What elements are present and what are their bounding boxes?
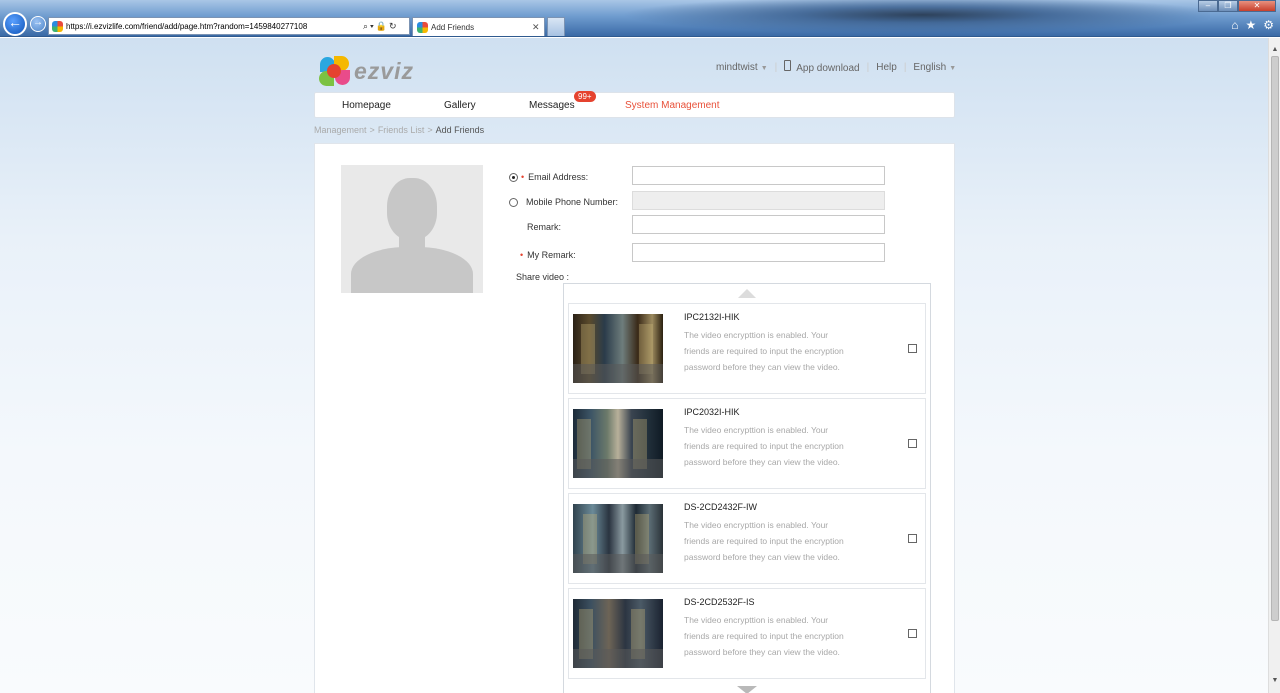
chevron-down-icon: ▼ (760, 64, 768, 72)
share-video-label: Share video : (516, 272, 570, 282)
device-name: IPC2132I-HIK (684, 312, 740, 322)
address-bar[interactable]: https://i.ezvizlife.com/friend/add/page.… (48, 17, 410, 35)
divider: | (903, 61, 907, 73)
breadcrumb-friends-list[interactable]: Friends List (378, 125, 425, 135)
device-checkbox[interactable] (908, 534, 917, 543)
scroll-up-icon[interactable]: ▲ (1269, 44, 1280, 56)
scroll-down-icon[interactable]: ▼ (1269, 675, 1280, 687)
phone-icon (784, 60, 792, 71)
device-item: IPC2032I-HIK The video encrypttion is en… (568, 398, 926, 489)
title-bar-background (570, 0, 1210, 37)
address-url[interactable]: https://i.ezvizlife.com/friend/add/page.… (66, 22, 363, 31)
new-tab-button[interactable] (547, 17, 565, 36)
app-download-link[interactable]: App download (784, 60, 860, 74)
device-name: DS-2CD2432F-IW (684, 502, 758, 512)
breadcrumb: Management > Friends List > Add Friends (314, 125, 484, 135)
device-thumbnail (573, 504, 663, 573)
remark-field[interactable] (632, 215, 885, 234)
email-radio[interactable] (509, 172, 518, 182)
email-row: • Email Address: (509, 172, 588, 182)
device-name: IPC2032I-HIK (684, 407, 740, 417)
device-description: The video encrypttion is enabled. Your f… (684, 425, 844, 467)
device-checkbox[interactable] (908, 629, 917, 638)
language-label: English (913, 61, 947, 73)
breadcrumb-separator: > (369, 125, 375, 135)
device-description: The video encrypttion is enabled. Your f… (684, 330, 844, 372)
phone-radio[interactable] (509, 197, 518, 207)
scrollbar-thumb[interactable] (1271, 56, 1279, 621)
ezviz-logo[interactable]: ezviz (318, 55, 414, 87)
device-description: The video encrypttion is enabled. Your f… (684, 520, 844, 562)
device-name: DS-2CD2532F-IS (684, 597, 755, 607)
device-thumbnail (573, 314, 663, 383)
tab-favicon-icon (417, 21, 428, 33)
language-menu[interactable]: English ▼ (913, 62, 956, 73)
scroll-down-arrow-icon[interactable] (737, 686, 757, 693)
avatar-placeholder (341, 165, 483, 293)
vertical-scrollbar[interactable]: ▲ ▼ (1268, 38, 1280, 693)
device-item: IPC2132I-HIK The video encrypttion is en… (568, 303, 926, 394)
required-mark: • (520, 250, 524, 260)
my-remark-field[interactable] (632, 243, 885, 262)
main-nav: Homepage Gallery Messages 99+ System Man… (314, 91, 955, 118)
app-download-label: App download (796, 63, 860, 74)
home-icon[interactable]: ⌂ (1231, 18, 1238, 32)
nav-gallery[interactable]: Gallery (444, 100, 476, 111)
email-label: Email Address: (528, 172, 589, 182)
help-link[interactable]: Help (876, 62, 897, 73)
nav-homepage[interactable]: Homepage (342, 100, 391, 111)
required-mark: • (521, 172, 525, 182)
browser-tab-add-friends[interactable]: Add Friends ✕ (412, 17, 545, 36)
logo-text: ezviz (354, 57, 414, 84)
breadcrumb-current: Add Friends (435, 125, 485, 135)
user-menu[interactable]: mindtwist ▼ (716, 62, 768, 73)
my-remark-row: • My Remark: (520, 250, 576, 260)
device-checkbox[interactable] (908, 344, 917, 353)
close-window-icon[interactable]: ✕ (1238, 0, 1276, 12)
nav-system-management[interactable]: System Management (625, 100, 720, 111)
minimize-icon[interactable]: – (1198, 0, 1218, 12)
browser-toolbar-icons: ⌂ ★ ⚙ (1231, 18, 1274, 32)
address-tools-icon[interactable]: ⌕▾🔒↻ (363, 21, 409, 32)
remark-row: Remark: (527, 222, 561, 232)
tab-title: Add Friends (431, 22, 475, 32)
email-field[interactable] (632, 166, 885, 185)
nav-messages[interactable]: Messages (529, 100, 575, 111)
window-controls: – ❐ ✕ (1198, 0, 1276, 12)
divider: | (866, 61, 870, 73)
browser-chrome: ← → https://i.ezvizlife.com/friend/add/p… (0, 0, 1280, 37)
phone-label: Mobile Phone Number: (526, 197, 619, 207)
my-remark-label: My Remark: (527, 250, 576, 260)
device-item: DS-2CD2432F-IW The video encrypttion is … (568, 493, 926, 584)
user-name: mindtwist (716, 61, 758, 73)
chevron-down-icon: ▼ (949, 64, 957, 72)
remark-label: Remark: (527, 222, 562, 232)
forward-arrow-icon[interactable]: → (30, 16, 46, 32)
device-checkbox[interactable] (908, 439, 917, 448)
divider: | (774, 61, 778, 73)
scroll-up-arrow-icon[interactable] (738, 289, 756, 298)
phone-field[interactable] (632, 191, 885, 210)
phone-row: Mobile Phone Number: (509, 197, 618, 207)
tab-close-icon[interactable]: ✕ (532, 22, 544, 33)
header-links: mindtwist ▼ | App download | Help | Engli… (716, 60, 956, 74)
star-icon[interactable]: ★ (1245, 18, 1256, 32)
gear-icon[interactable]: ⚙ (1263, 18, 1274, 32)
ezviz-logo-icon (318, 55, 352, 87)
site-favicon-icon (52, 20, 63, 32)
back-arrow-icon[interactable]: ← (3, 12, 27, 36)
breadcrumb-separator: > (427, 125, 433, 135)
device-item: DS-2CD2532F-IS The video encrypttion is … (568, 588, 926, 679)
messages-badge: 99+ (574, 91, 596, 102)
device-thumbnail (573, 599, 663, 668)
restore-icon[interactable]: ❐ (1218, 0, 1238, 12)
device-description: The video encrypttion is enabled. Your f… (684, 615, 844, 657)
breadcrumb-management[interactable]: Management (314, 125, 367, 135)
device-thumbnail (573, 409, 663, 478)
